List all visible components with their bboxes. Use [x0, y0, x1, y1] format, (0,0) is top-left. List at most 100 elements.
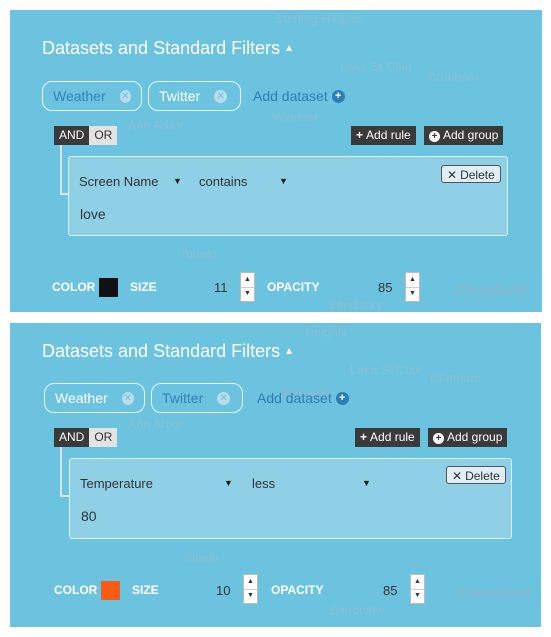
map-label: Sandusky	[328, 298, 384, 312]
section-title-text: Datasets and Standard Filters	[42, 341, 281, 361]
field-select[interactable]: Temperature	[80, 476, 153, 491]
close-icon[interactable]: ✕	[119, 89, 131, 103]
add-rule-button[interactable]: + Add rule	[351, 126, 416, 145]
chevron-up-icon: ▲	[284, 43, 295, 54]
add-rule-label: Add rule	[370, 430, 415, 444]
add-group-label: Add group	[447, 430, 503, 444]
opacity-value[interactable]: 85	[383, 583, 397, 598]
filter-panel-twitter: Sterling Heights Lake St Clair Chatham A…	[10, 10, 542, 312]
dataset-pill-weather[interactable]: Weather ✕	[44, 383, 145, 413]
add-group-button[interactable]: + Add group	[424, 126, 504, 145]
stepper-down-icon[interactable]: ▼	[244, 589, 257, 603]
stepper-up-icon[interactable]: ▲	[244, 575, 257, 590]
dataset-pill-weather[interactable]: Weather ✕	[42, 81, 142, 111]
add-rule-button[interactable]: + Add rule	[355, 428, 420, 447]
add-group-button[interactable]: + Add group	[428, 428, 508, 447]
dataset-pill-label: Weather	[55, 390, 108, 406]
plus-icon: +	[360, 430, 368, 444]
stepper-up-icon[interactable]: ▲	[406, 273, 419, 288]
stepper-up-icon[interactable]: ▲	[241, 273, 254, 288]
delete-rule-button[interactable]: ✕ Delete	[446, 466, 506, 484]
plus-icon: +	[356, 128, 364, 142]
section-title[interactable]: Datasets and Standard Filters ▲	[42, 38, 294, 59]
close-icon[interactable]: ✕	[217, 391, 231, 405]
dataset-pill-twitter[interactable]: Twitter ✕	[148, 81, 241, 111]
rule-row: Screen Name ▼ contains ▼ love ✕ Delete	[68, 156, 508, 236]
map-label: Sterling Heights	[275, 12, 365, 26]
section-title-text: Datasets and Standard Filters	[42, 38, 281, 58]
color-label: COLOR	[52, 280, 96, 294]
dataset-pill-label: Twitter	[159, 88, 201, 104]
map-label: Ann Arbor	[128, 118, 185, 132]
or-button[interactable]: OR	[89, 126, 118, 145]
opacity-stepper[interactable]: ▲ ▼	[410, 574, 425, 604]
conjunction-toggle: AND OR	[54, 428, 118, 447]
dataset-pill-twitter[interactable]: Twitter ✕	[151, 383, 243, 413]
plus-circle-icon: +	[433, 433, 444, 444]
field-select[interactable]: Screen Name	[79, 174, 158, 189]
rule-value-input[interactable]: love	[80, 206, 106, 222]
map-label: Sandusky	[330, 603, 386, 617]
add-rule-label: Add rule	[366, 128, 411, 142]
map-label: Chatham	[428, 70, 479, 84]
map-label: Chatham	[430, 371, 481, 385]
stepper-up-icon[interactable]: ▲	[411, 575, 424, 590]
dataset-pill-label: Weather	[53, 88, 106, 104]
opacity-label: OPACITY	[267, 280, 320, 294]
filter-panel-weather: Heights Detroit Lake St Clair Chatham An…	[10, 323, 541, 627]
map-label: Lake St Clair	[340, 60, 413, 74]
map-label: Windsor	[272, 110, 319, 124]
opacity-stepper[interactable]: ▲ ▼	[405, 272, 420, 302]
add-dataset-label: Add dataset	[253, 88, 328, 104]
operator-select[interactable]: contains	[199, 174, 247, 189]
size-label: SIZE	[132, 583, 159, 597]
map-label: Cleveland	[458, 585, 532, 602]
color-swatch[interactable]	[101, 581, 120, 600]
caret-down-icon: ▼	[173, 176, 182, 186]
caret-down-icon: ▼	[279, 176, 288, 186]
add-dataset-link[interactable]: Add dataset +	[257, 390, 349, 406]
chevron-up-icon: ▲	[284, 346, 295, 357]
map-label: Lake St Clair	[350, 363, 423, 377]
dataset-pill-label: Twitter	[162, 390, 204, 406]
close-icon: ✕	[447, 168, 458, 182]
size-label: SIZE	[130, 280, 157, 294]
plus-circle-icon: +	[335, 391, 349, 405]
operator-select[interactable]: less	[252, 476, 275, 491]
delete-label: Delete	[465, 469, 500, 483]
stepper-down-icon[interactable]: ▼	[411, 589, 424, 603]
delete-rule-button[interactable]: ✕ Delete	[441, 165, 501, 183]
size-value[interactable]: 10	[216, 583, 230, 598]
size-stepper[interactable]: ▲ ▼	[243, 574, 258, 604]
conjunction-toggle: AND OR	[54, 126, 118, 145]
add-dataset-label: Add dataset	[257, 390, 332, 406]
color-label: COLOR	[54, 583, 98, 597]
size-stepper[interactable]: ▲ ▼	[240, 272, 255, 302]
plus-circle-icon: +	[331, 89, 345, 103]
plus-circle-icon: +	[429, 131, 440, 142]
rule-value-input[interactable]: 80	[81, 508, 97, 524]
and-button[interactable]: AND	[54, 428, 90, 447]
caret-down-icon: ▼	[224, 478, 233, 488]
color-swatch[interactable]	[99, 278, 118, 297]
close-icon: ✕	[452, 469, 463, 483]
close-icon[interactable]: ✕	[214, 89, 228, 103]
size-value[interactable]: 11	[214, 280, 228, 295]
caret-down-icon: ▼	[362, 478, 371, 488]
delete-label: Delete	[460, 168, 495, 182]
map-label: Toledo	[180, 247, 218, 261]
add-dataset-link[interactable]: Add dataset +	[253, 88, 345, 104]
rule-row: Temperature ▼ less ▼ 80 ✕ Delete	[69, 458, 512, 539]
and-button[interactable]: AND	[54, 126, 90, 145]
stepper-down-icon[interactable]: ▼	[241, 287, 254, 301]
opacity-value[interactable]: 85	[378, 280, 392, 295]
section-title[interactable]: Datasets and Standard Filters ▲	[42, 341, 294, 362]
stepper-down-icon[interactable]: ▼	[406, 287, 419, 301]
map-label: Heights	[305, 325, 348, 339]
opacity-label: OPACITY	[271, 583, 324, 597]
map-label: Toledo	[182, 551, 220, 565]
or-button[interactable]: OR	[89, 428, 118, 447]
close-icon[interactable]: ✕	[121, 391, 134, 405]
map-label: Cleveland	[454, 282, 528, 299]
map-label: Ann Arbor	[128, 417, 185, 431]
